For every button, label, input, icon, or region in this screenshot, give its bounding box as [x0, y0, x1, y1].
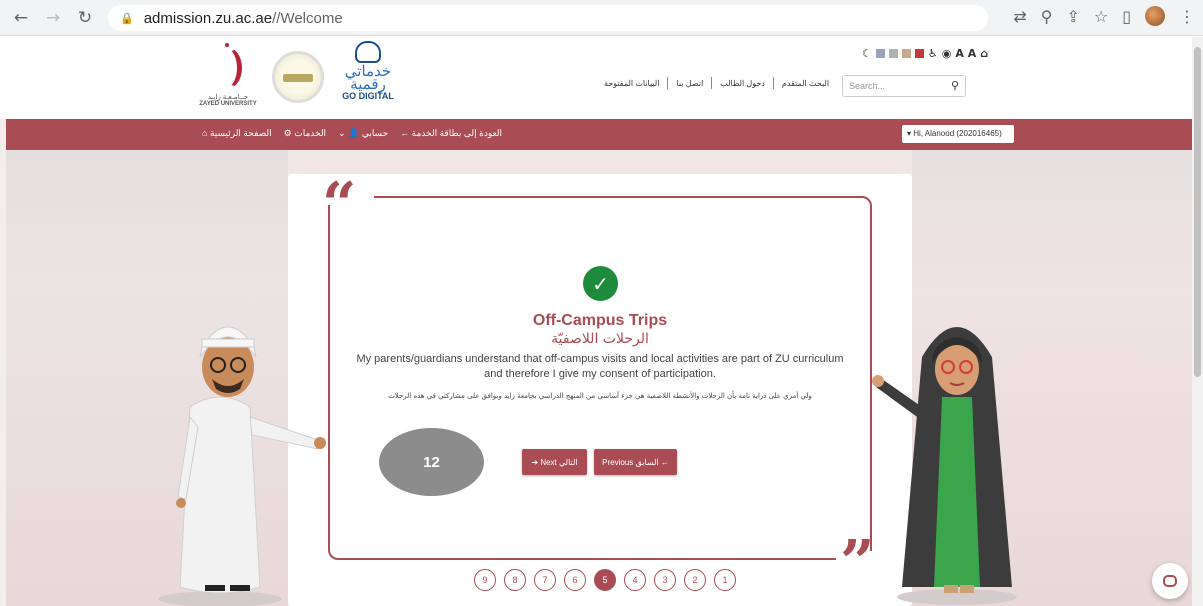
previous-button[interactable]: Previous السابق ← [594, 449, 677, 475]
pagination: 9 8 7 6 5 4 3 2 1 [474, 569, 736, 591]
award-seal-logo [272, 51, 324, 103]
side-panel-icon[interactable]: ▯ [1122, 7, 1131, 26]
zoom-icon[interactable]: ⚲ [1041, 7, 1053, 26]
main-nav-bar: ⌂ الصفحة الرئيسية ⚙ الخدمات ⌄ 👤 حسابي ← … [6, 119, 1192, 150]
page-dot-8[interactable]: 8 [504, 569, 526, 591]
dark-mode-icon[interactable]: ☾ [862, 47, 872, 60]
bookmark-star-icon[interactable]: ☆ [1094, 7, 1108, 26]
male-student-illustration [158, 326, 326, 606]
page-dot-7[interactable]: 7 [534, 569, 556, 591]
home-icon[interactable]: ⌂ [980, 47, 988, 60]
top-link-open-data[interactable]: البيانات المفتوحة [604, 79, 659, 88]
color-swatch-red[interactable] [914, 49, 924, 58]
search-icon[interactable]: ⚲ [951, 79, 959, 92]
step-number-badge: 12 [379, 428, 484, 496]
back-icon[interactable]: ← [8, 5, 34, 31]
female-student-illustration [872, 327, 1017, 605]
top-link-advanced-search[interactable]: البحث المتقدم [782, 79, 829, 88]
checkmark-icon: ✓ [583, 266, 618, 301]
consent-text-arabic: ولي أمري على دراية تامة بأن الرحلات والأ… [388, 392, 812, 400]
page-dot-4[interactable]: 4 [624, 569, 646, 591]
menu-dots-icon[interactable]: ⋮ [1179, 7, 1195, 26]
page-scrollbar[interactable] [1192, 37, 1203, 606]
close-quote-icon: ” [840, 528, 875, 598]
top-links: البيانات المفتوحة اتصل بنا دخول الطالب ا… [604, 77, 829, 89]
consent-text-english: My parents/guardians understand that off… [356, 353, 844, 380]
chat-button[interactable] [1152, 563, 1188, 599]
page-dot-1[interactable]: 1 [714, 569, 736, 591]
scrollbar-thumb[interactable] [1194, 47, 1201, 377]
page-dot-2[interactable]: 2 [684, 569, 706, 591]
site-header: جــامـعـة زايـد ZAYED UNIVERSITY خدماتي … [0, 37, 1192, 119]
wheelchair-icon[interactable]: ♿ [928, 47, 938, 60]
main-menu: ⌂ الصفحة الرئيسية ⚙ الخدمات ⌄ 👤 حسابي ← … [202, 128, 502, 139]
nav-services[interactable]: ⚙ الخدمات [284, 128, 326, 139]
top-link-contact[interactable]: اتصل بنا [676, 79, 703, 88]
page-dot-6[interactable]: 6 [564, 569, 586, 591]
go-digital-logo: خدماتي رقمية GO DIGITAL [340, 41, 396, 115]
eye-icon[interactable]: ◉ [942, 47, 952, 60]
user-dropdown[interactable]: ▾ Hi, Alanood (202016465) [902, 125, 1014, 143]
page-dot-3[interactable]: 3 [654, 569, 676, 591]
zayed-university-logo[interactable]: جــامـعـة زايـد ZAYED UNIVERSITY [196, 43, 257, 111]
top-link-student-login[interactable]: دخول الطالب [720, 79, 765, 88]
reload-icon[interactable]: ↻ [72, 5, 98, 31]
nav-back-to-service[interactable]: ← العودة إلى بطاقة الخدمة [400, 128, 502, 139]
nav-home[interactable]: ⌂ الصفحة الرئيسية [202, 128, 272, 139]
page-viewport: جــامـعـة زايـد ZAYED UNIVERSITY خدماتي … [0, 37, 1192, 606]
color-swatch-silver[interactable] [888, 49, 898, 58]
color-swatch-grey[interactable] [875, 49, 885, 58]
url-text: admission.zu.ac.ae//Welcome [143, 9, 343, 27]
translate-icon[interactable]: ⇄ [1013, 7, 1026, 26]
cloud-cursor-icon [355, 41, 381, 63]
lock-icon: 🔒 [120, 12, 134, 25]
page-title: Off-Campus Trips [532, 312, 668, 329]
browser-toolbar: ← → ↻ 🔒 admission.zu.ac.ae//Welcome ⇄ ⚲ … [0, 0, 1203, 36]
profile-avatar[interactable] [1145, 6, 1165, 26]
font-size-toggle[interactable]: A A [955, 47, 976, 60]
next-button[interactable]: ➔ Next التالي [522, 449, 587, 475]
search-input[interactable]: Search... ⚲ [842, 75, 966, 97]
accessibility-toolbar: ☾ ♿ ◉ A A ⌂ [862, 47, 988, 60]
page-title-arabic: الرحلات اللاصفيّة [551, 331, 649, 347]
share-icon[interactable]: ⇪ [1066, 7, 1079, 26]
chat-icon [1163, 575, 1177, 587]
open-quote-icon: “ [322, 170, 357, 240]
nav-account[interactable]: ⌄ 👤 حسابي [338, 128, 388, 139]
forward-icon[interactable]: → [40, 5, 66, 31]
address-bar[interactable]: 🔒 admission.zu.ac.ae//Welcome [108, 5, 988, 31]
page-dot-5-active[interactable]: 5 [594, 569, 616, 591]
color-swatch-tan[interactable] [901, 49, 911, 58]
page-dot-9[interactable]: 9 [474, 569, 496, 591]
